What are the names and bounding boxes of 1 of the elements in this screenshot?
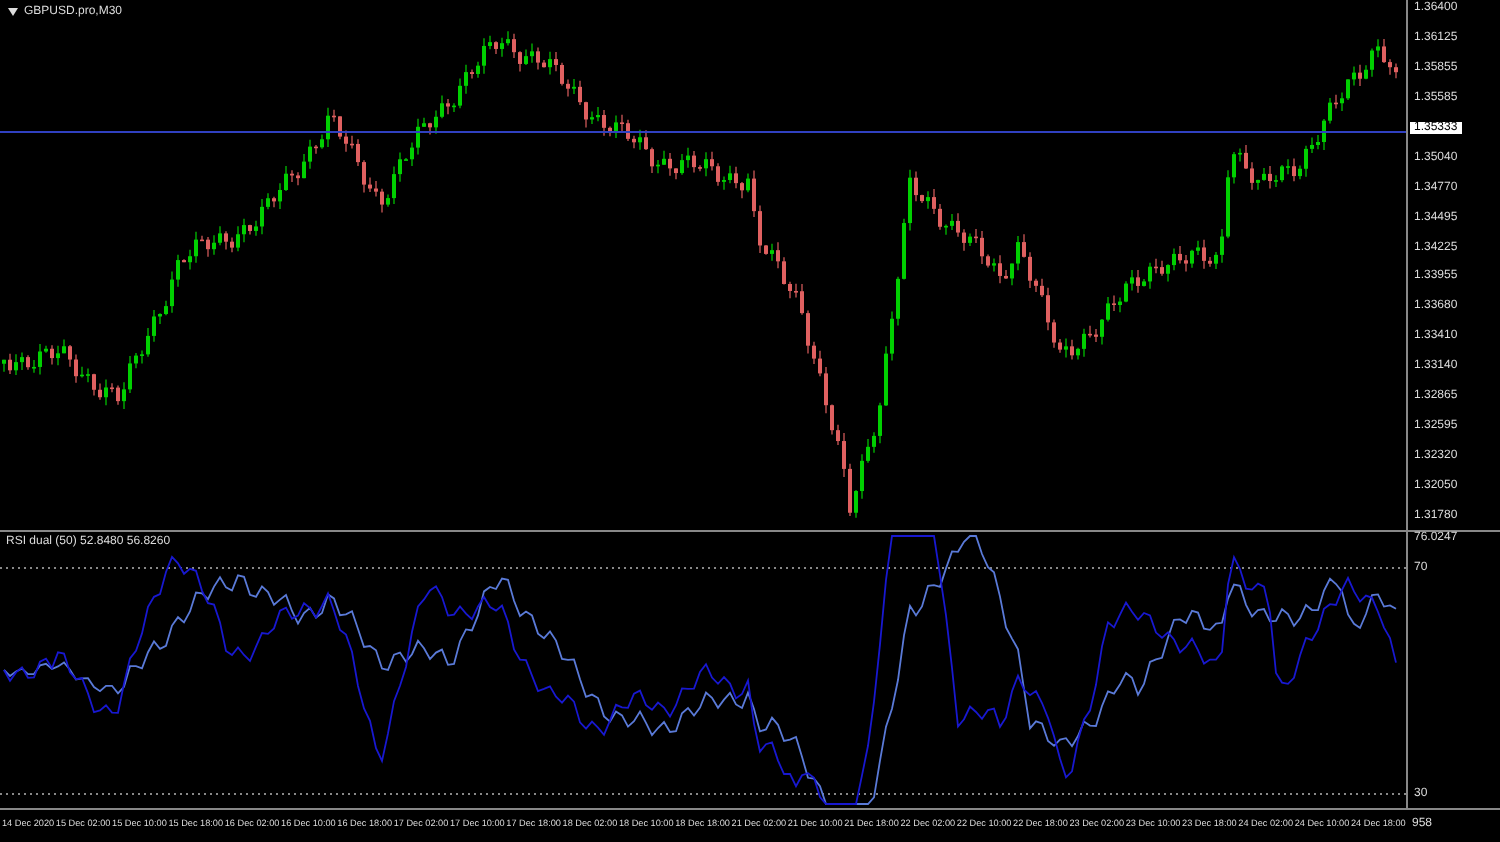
triangle-icon[interactable] xyxy=(8,8,18,16)
